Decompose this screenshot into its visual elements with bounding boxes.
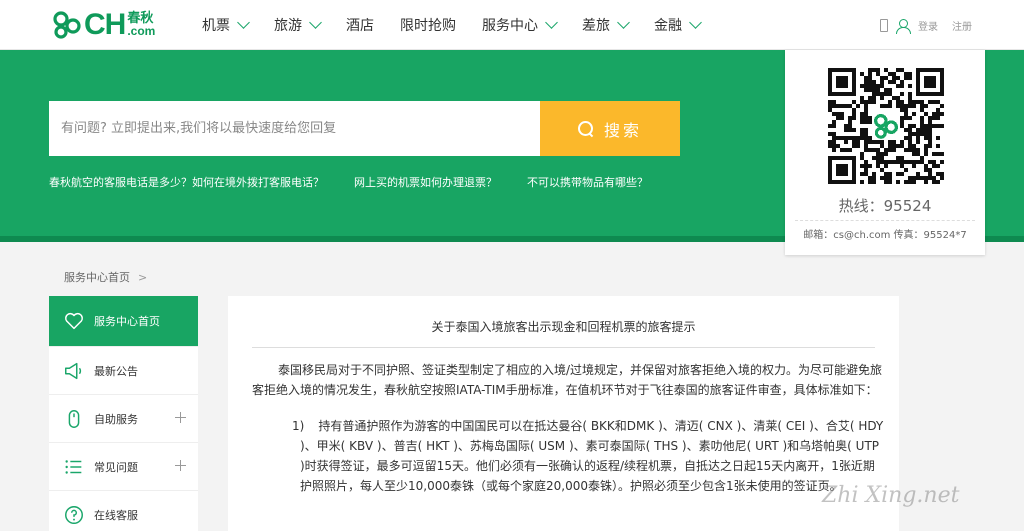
list-icon — [63, 456, 85, 478]
mouse-icon — [63, 408, 85, 430]
watermark: Zhi Xing.net — [822, 483, 960, 508]
heart-icon — [63, 310, 85, 332]
login-link[interactable]: 登录 — [918, 18, 938, 33]
search-button-label: 搜索 — [603, 120, 642, 140]
nav-item-business-travel[interactable]: 差旅 — [582, 0, 630, 50]
nav-label: 金融 — [654, 18, 682, 34]
logo-com-text: .com — [127, 24, 156, 38]
chevron-down-icon — [237, 16, 250, 29]
qr-contact-card: 热线：95524 邮箱：cs@ch.com 传真：95524*7 — [785, 50, 985, 255]
sidebar-item-label: 在线客服 — [94, 508, 138, 522]
hotline-text: 热线：95524 — [838, 197, 932, 215]
nav-item-flash-sale[interactable]: 限时抢购 — [400, 0, 456, 50]
sidebar-item-label: 服务中心首页 — [94, 315, 160, 328]
top-nav-bar: CH 春秋 .com 机票 旅游 酒店 限时抢购 服务中心 差旅 金融 登录 注… — [0, 0, 1024, 50]
chevron-down-icon — [309, 16, 322, 29]
article-intro: 泰国移民局对于不同护照、签证类型制定了相应的入境/过境规定，并保留对旅客拒绝入境… — [252, 363, 883, 397]
nav-item-travel[interactable]: 旅游 — [274, 0, 322, 50]
hot-questions: 春秋航空的客服电话是多少？如何在境外拨打客服电话？ 网上买的机票如何办理退票？ … — [49, 174, 678, 190]
chevron-down-icon — [545, 16, 558, 29]
nav-item-service-center[interactable]: 服务中心 — [482, 0, 558, 50]
hot-question-link[interactable]: 网上买的机票如何办理退票？ — [354, 174, 497, 190]
sidebar-item-self-service[interactable]: 自助服务 — [49, 395, 198, 443]
register-link[interactable]: 注册 — [952, 18, 972, 33]
nav-label: 差旅 — [582, 18, 610, 34]
user-actions: 登录 注册 — [880, 18, 972, 34]
search-icon — [577, 120, 594, 137]
chevron-down-icon — [689, 16, 702, 29]
search-input[interactable] — [49, 101, 540, 156]
hot-question-link[interactable]: 不可以携带物品有哪些？ — [527, 174, 648, 190]
user-icon — [896, 18, 911, 34]
logo-mark-icon — [52, 11, 82, 39]
nav-label: 服务中心 — [482, 18, 538, 34]
search-button[interactable]: 搜索 — [540, 101, 680, 156]
sidebar-item-faq[interactable]: 常见问题 — [49, 443, 198, 491]
service-sidebar: 服务中心首页 最新公告 自助服务 常见问题 在线客服 — [49, 296, 198, 531]
item-text: 持有普通护照作为游客的中国国民可以在抵达曼谷( BKK和DMK )、清迈( CN… — [300, 419, 884, 493]
megaphone-icon — [63, 360, 85, 382]
article-body: 泰国移民局对于不同护照、签证类型制定了相应的入境/过境规定，并保留对旅客拒绝入境… — [252, 360, 884, 496]
sidebar-item-announcements[interactable]: 最新公告 — [49, 347, 198, 395]
sidebar-item-label: 常见问题 — [94, 460, 138, 474]
contact-info: 邮箱：cs@ch.com 传真：95524*7 — [803, 230, 967, 241]
nav-label: 酒店 — [346, 18, 374, 34]
nav-label: 机票 — [202, 18, 230, 34]
chevron-down-icon — [617, 16, 630, 29]
expand-plus-icon[interactable] — [175, 412, 186, 423]
sidebar-item-label: 最新公告 — [94, 364, 138, 378]
logo-ch-text: CH — [84, 8, 126, 41]
breadcrumb-home-link[interactable]: 服务中心首页 — [64, 269, 130, 285]
main-nav: 机票 旅游 酒店 限时抢购 服务中心 差旅 金融 — [202, 0, 726, 50]
divider — [795, 220, 975, 221]
sidebar-item-online-support[interactable]: 在线客服 — [49, 491, 198, 531]
expand-plus-icon[interactable] — [175, 460, 186, 471]
nav-item-flights[interactable]: 机票 — [202, 0, 250, 50]
sidebar-item-service-home[interactable]: 服务中心首页 — [49, 296, 198, 347]
search-bar: 搜索 — [49, 101, 680, 156]
article-title: 关于泰国入境旅客出示现金和回程机票的旅客提示 — [252, 318, 875, 348]
item-number: 1) — [292, 419, 305, 433]
article-panel: 关于泰国入境旅客出示现金和回程机票的旅客提示 泰国移民局对于不同护照、签证类型制… — [228, 296, 899, 531]
nav-label: 旅游 — [274, 18, 302, 34]
hot-question-link[interactable]: 春秋航空的客服电话是多少？如何在境外拨打客服电话？ — [49, 174, 324, 190]
qr-code — [828, 68, 944, 184]
question-icon — [63, 504, 85, 526]
mobile-phone-icon[interactable] — [880, 19, 888, 32]
site-logo[interactable]: CH 春秋 .com — [52, 10, 155, 40]
nav-item-hotel[interactable]: 酒店 — [346, 0, 374, 50]
nav-item-finance[interactable]: 金融 — [654, 0, 702, 50]
breadcrumb-separator: > — [138, 270, 148, 284]
breadcrumb: 服务中心首页 > — [64, 269, 147, 285]
sidebar-item-label: 自助服务 — [94, 412, 138, 426]
article-item-1: 1) 持有普通护照作为游客的中国国民可以在抵达曼谷( BKK和DMK )、清迈( … — [252, 416, 884, 496]
nav-label: 限时抢购 — [400, 18, 456, 34]
